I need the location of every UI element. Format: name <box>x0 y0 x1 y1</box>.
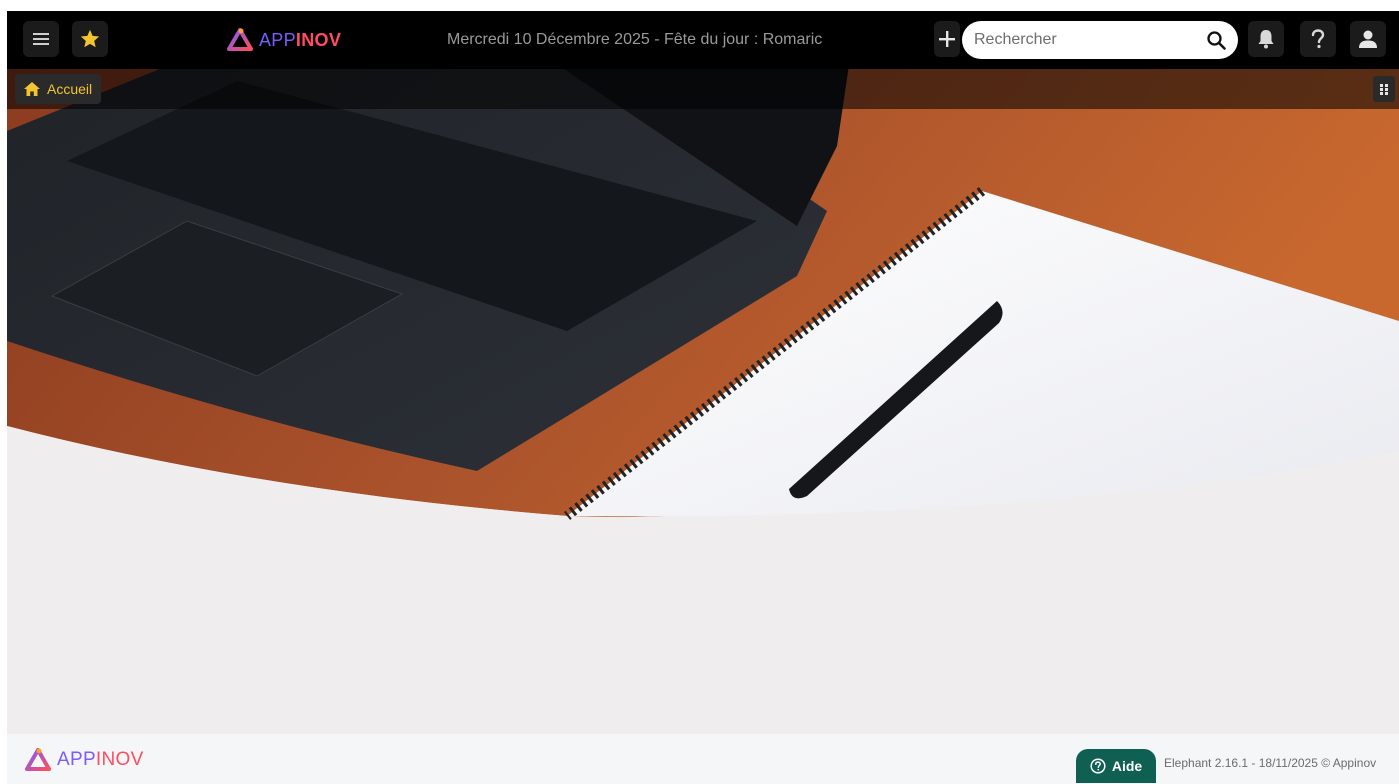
footer-brand-name: APPINOV <box>57 749 144 770</box>
apps-grid-button[interactable] <box>1373 76 1395 102</box>
appinov-logo-icon <box>227 28 253 51</box>
top-navigation-bar: APPINOV Mercredi 10 Décembre 2025 - Fête… <box>7 11 1399 69</box>
search-box[interactable] <box>962 21 1238 59</box>
breadcrumb-bar: Accueil <box>7 69 1399 109</box>
hero-background <box>7 11 1399 734</box>
brand-logo[interactable]: APPINOV <box>227 27 341 53</box>
appinov-logo-icon <box>25 748 51 771</box>
grid-icon <box>1380 84 1388 95</box>
bell-icon <box>1258 30 1274 49</box>
menu-icon <box>33 33 49 45</box>
help-circle-icon <box>1090 758 1106 774</box>
brand-name: APPINOV <box>259 29 342 50</box>
question-icon <box>1311 29 1325 49</box>
add-button[interactable] <box>934 21 960 57</box>
version-info: Elephant 2.16.1 - 18/11/2025 © Appinov <box>1164 756 1377 770</box>
home-icon <box>24 82 40 96</box>
user-account-button[interactable] <box>1350 21 1386 57</box>
page: APPINOV Mercredi 10 Décembre 2025 - Fête… <box>0 0 1399 784</box>
menu-button[interactable] <box>23 21 59 57</box>
notifications-button[interactable] <box>1248 21 1284 57</box>
user-icon <box>1359 30 1377 48</box>
date-and-saint-of-day: Mercredi 10 Décembre 2025 - Fête du jour… <box>447 31 823 48</box>
favorites-button[interactable] <box>72 21 108 57</box>
star-icon <box>80 29 100 48</box>
plus-icon <box>939 31 955 47</box>
aide-label: Aide <box>1111 758 1143 774</box>
search-icon <box>1207 31 1226 50</box>
search-input[interactable] <box>974 31 1194 49</box>
breadcrumb-home-label: Accueil <box>47 81 93 97</box>
help-button[interactable] <box>1300 21 1336 57</box>
breadcrumb-home[interactable]: Accueil <box>15 74 102 104</box>
footer: APPINOV Aide Elephant 2.16.1 - 18/11/202… <box>7 734 1399 784</box>
hero-illustration <box>7 11 1399 734</box>
search-button[interactable] <box>1206 30 1226 55</box>
aide-help-button[interactable]: Aide <box>1076 749 1156 783</box>
footer-brand-logo: APPINOV <box>25 748 144 772</box>
